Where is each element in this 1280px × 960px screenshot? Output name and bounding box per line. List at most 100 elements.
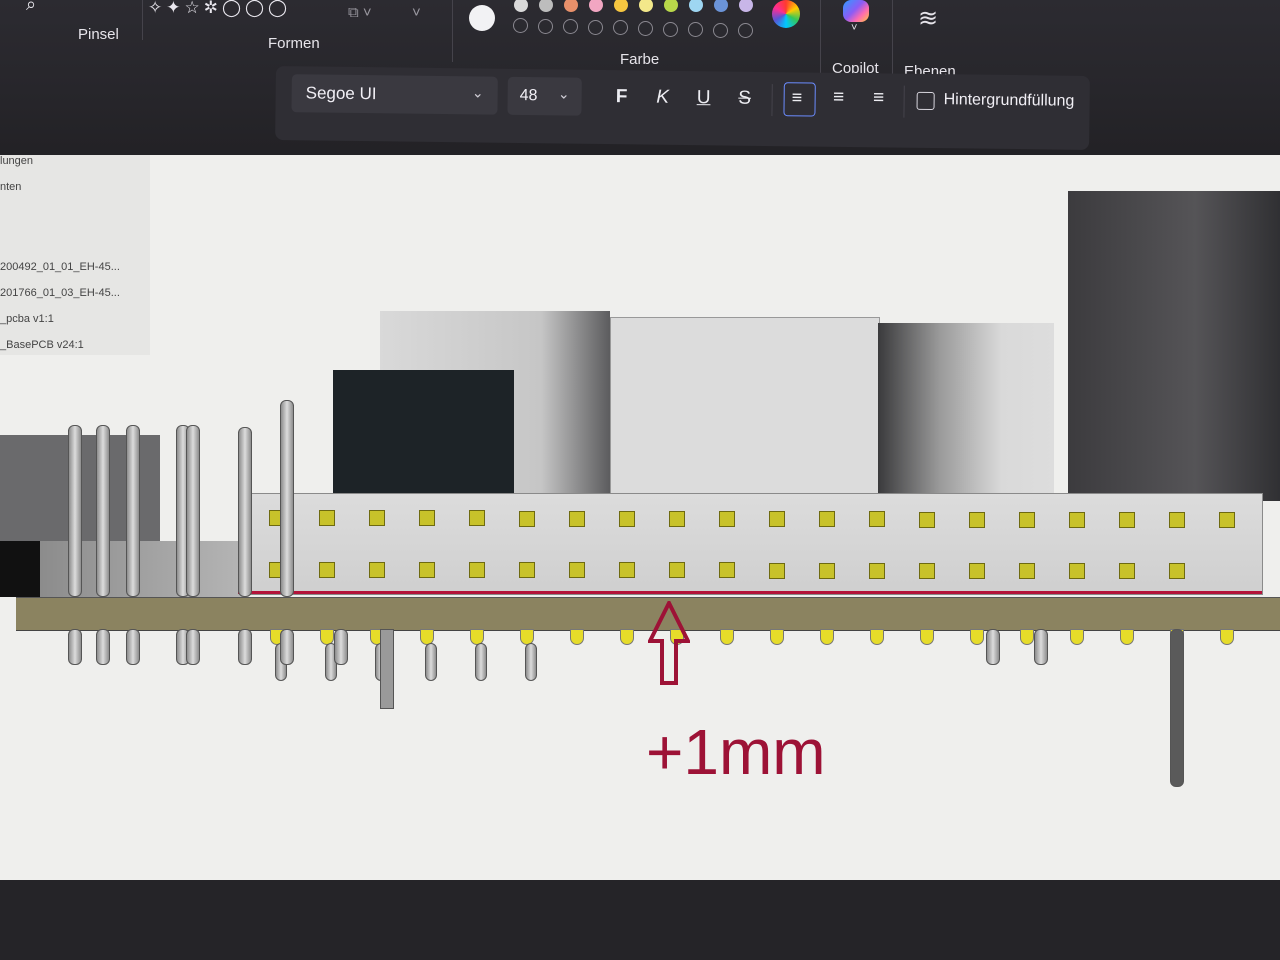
pad-top <box>1169 512 1185 529</box>
solder-joint <box>1070 629 1084 645</box>
pad-bottom <box>569 562 585 579</box>
pin-lower <box>126 629 140 665</box>
align-left-button[interactable]: ≡ <box>783 82 816 117</box>
solder-joint <box>970 629 984 645</box>
empty-color-slot[interactable] <box>738 23 753 39</box>
pad-top <box>319 510 335 527</box>
pad-top <box>1069 511 1085 528</box>
align-right-button[interactable]: ≡ <box>864 87 894 109</box>
empty-color-slot[interactable] <box>713 22 728 38</box>
pad-bottom <box>819 562 835 579</box>
shapes-gallery[interactable]: ✧✦☆✲◯◯◯ <box>148 0 328 28</box>
strikethrough-button[interactable]: S <box>730 88 760 110</box>
pin-lower <box>425 643 437 681</box>
font-family-value: Segoe UI <box>305 83 377 104</box>
empty-color-slot[interactable] <box>638 21 653 36</box>
color-swatch[interactable] <box>689 0 703 12</box>
pin-upper <box>238 427 252 597</box>
search-icon[interactable]: ⌕ <box>26 0 36 15</box>
empty-color-slot[interactable] <box>688 22 703 38</box>
color-swatch[interactable] <box>539 0 553 12</box>
component-housing-center <box>610 317 880 499</box>
color-swatch[interactable] <box>664 0 678 12</box>
pin-lower <box>986 629 1000 665</box>
color-wheel-icon[interactable] <box>772 0 800 28</box>
empty-color-slot[interactable] <box>663 21 678 37</box>
pad-bottom <box>519 562 535 579</box>
tree-item[interactable]: 201766_01_03_EH-45... <box>0 287 120 299</box>
pin-lower <box>68 629 82 665</box>
annotation-text[interactable]: +1mm <box>646 720 826 784</box>
color-swatch[interactable] <box>639 0 653 12</box>
pin-lower <box>475 643 487 681</box>
pad-top <box>419 510 435 527</box>
pad-bottom <box>769 562 785 579</box>
pad-bottom <box>969 562 985 579</box>
pad-top <box>569 510 585 527</box>
model-tree-panel: lungen nten 200492_01_01_EH-45... 201766… <box>0 155 150 355</box>
color-swatch[interactable] <box>739 0 753 12</box>
color-label[interactable]: Farbe <box>620 51 659 68</box>
pad-top <box>919 511 935 528</box>
font-size-select[interactable]: 48 ⌄ <box>507 76 582 116</box>
pin-stub <box>380 629 394 709</box>
brush-label[interactable]: Pinsel <box>78 26 119 43</box>
font-family-select[interactable]: Segoe UI ⌄ <box>291 74 498 115</box>
pad-top <box>619 510 635 527</box>
pad-bottom <box>419 562 435 579</box>
copilot-icon[interactable] <box>843 0 869 22</box>
color-swatch[interactable] <box>564 0 578 12</box>
drawing-canvas[interactable]: lungen nten 200492_01_01_EH-45... 201766… <box>0 155 1280 880</box>
pin-upper <box>186 425 200 597</box>
chevron-down-icon: ⌄ <box>557 85 570 102</box>
pad-bottom <box>669 562 685 579</box>
empty-color-slot[interactable] <box>588 19 603 35</box>
pad-bottom <box>1119 562 1135 579</box>
italic-button[interactable]: K <box>648 87 678 109</box>
font-size-value: 48 <box>519 86 538 105</box>
chevron-down-icon[interactable]: ˅ <box>412 4 421 21</box>
chevron-down-icon[interactable]: ˅ <box>851 22 857 34</box>
left-connector-front <box>0 541 245 597</box>
tree-item[interactable]: 200492_01_01_EH-45... <box>0 261 120 273</box>
dark-component <box>333 370 514 496</box>
pad-bottom <box>369 562 385 579</box>
empty-color-slot[interactable] <box>563 19 578 35</box>
pin-upper <box>126 425 140 597</box>
solder-joint <box>570 629 584 645</box>
component-housing-right <box>878 323 1054 497</box>
tree-item[interactable]: nten <box>0 181 21 193</box>
bold-button[interactable]: F <box>607 86 637 108</box>
pin-lower <box>186 629 200 665</box>
shapes-label[interactable]: Formen <box>268 35 320 52</box>
pad-bottom <box>869 562 885 579</box>
bottom-bar <box>0 880 1280 960</box>
align-center-button[interactable]: ≡ <box>824 87 854 109</box>
align-left-icon: ≡ <box>791 87 803 108</box>
underline-button[interactable]: U <box>689 87 719 109</box>
tree-item[interactable]: _pcba v1:1 <box>0 313 54 325</box>
background-fill-label[interactable]: Hintergrundfüllung <box>944 91 1075 111</box>
background-fill-checkbox[interactable] <box>916 91 935 111</box>
solder-joint <box>920 629 934 645</box>
empty-color-slot[interactable] <box>538 18 553 34</box>
tree-item[interactable]: lungen <box>0 155 33 167</box>
color-swatch[interactable] <box>614 0 628 12</box>
color-swatch[interactable] <box>514 0 528 12</box>
pin-lower <box>238 629 252 665</box>
pin-lower <box>280 629 294 665</box>
empty-color-slot[interactable] <box>513 18 528 33</box>
pin-upper <box>96 425 110 597</box>
pad-top <box>669 510 685 527</box>
crop-icon[interactable]: ⧉ ˅ <box>348 4 372 21</box>
pin-lower <box>334 629 348 665</box>
color-swatch[interactable] <box>714 0 728 12</box>
layers-icon[interactable]: ≋ <box>918 4 938 33</box>
tree-item[interactable]: _BasePCB v24:1 <box>0 339 84 351</box>
empty-color-slot[interactable] <box>613 20 628 36</box>
color-swatch[interactable] <box>589 0 603 12</box>
color-swatch-white[interactable] <box>469 5 495 31</box>
pad-top <box>719 511 735 528</box>
solder-joint <box>870 629 884 645</box>
pad-top <box>469 510 485 527</box>
